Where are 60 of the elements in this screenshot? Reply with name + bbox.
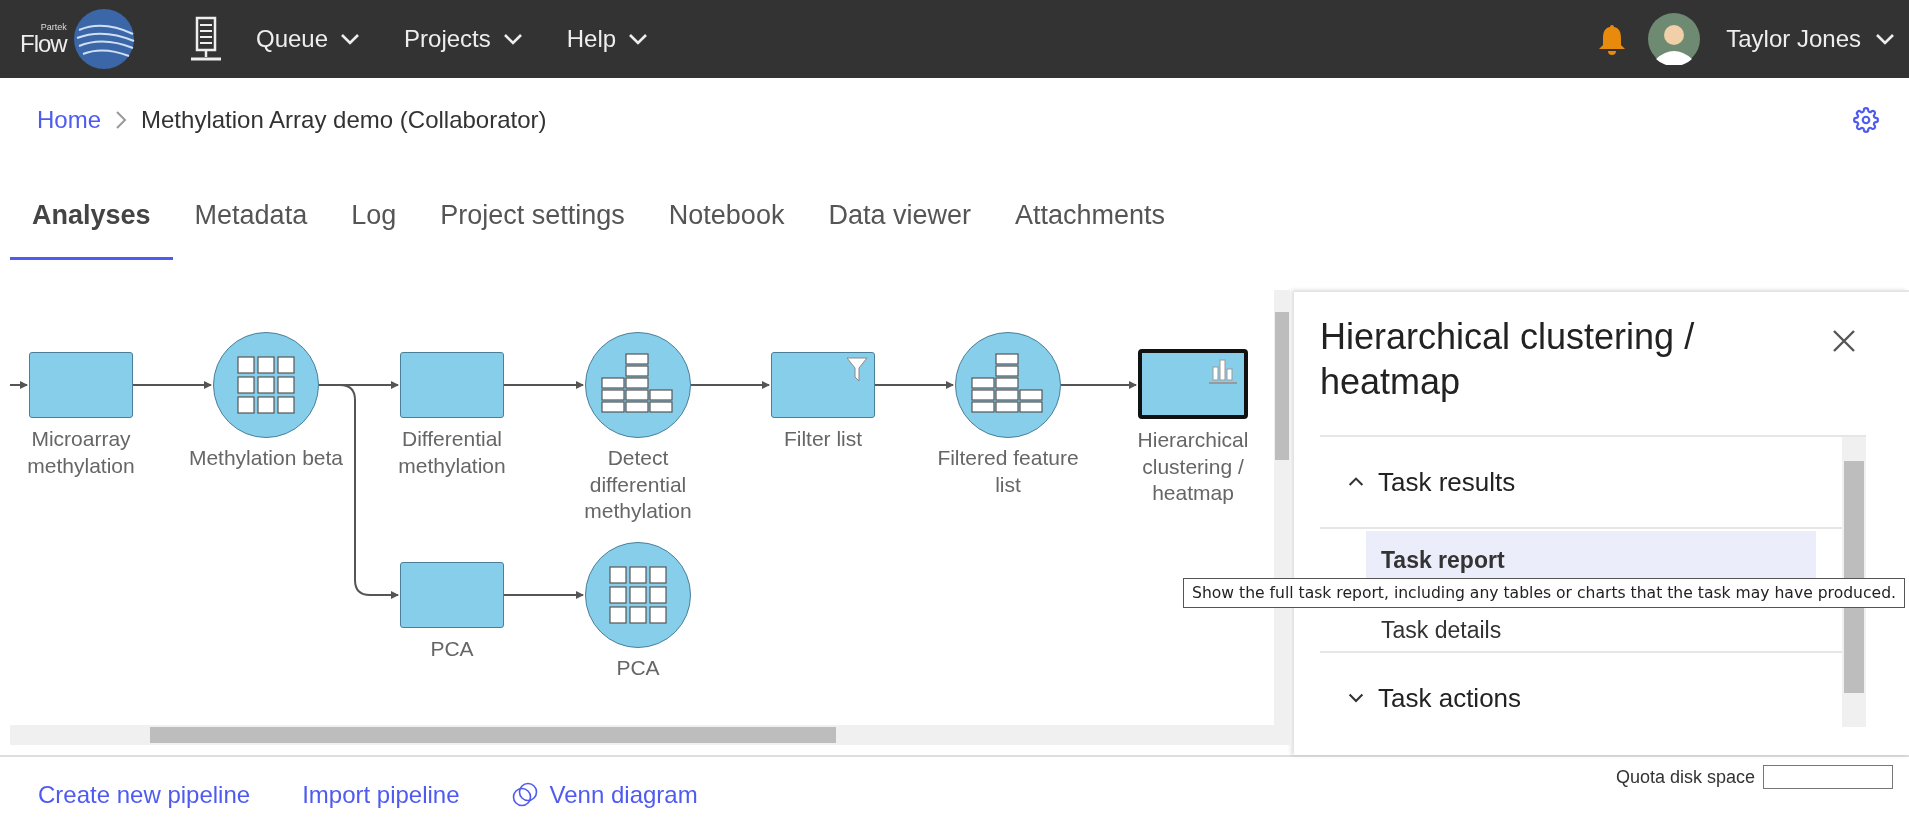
chevron-up-icon xyxy=(1348,477,1364,487)
quota-label: Quota disk space xyxy=(1615,766,1755,788)
footer-link[interactable]: Venn diagram xyxy=(511,781,698,809)
chevron-down-icon xyxy=(502,33,523,45)
tab[interactable]: Log xyxy=(329,196,419,260)
accordion-header[interactable]: Task actions xyxy=(1320,653,1842,743)
chevron-down-icon xyxy=(1875,33,1895,45)
node-label: Differential methylation xyxy=(397,426,507,479)
venn-diagram-icon xyxy=(511,782,538,808)
task-node[interactable] xyxy=(400,352,504,418)
breadcrumb-link[interactable]: Home xyxy=(37,106,102,134)
tab[interactable]: Notebook xyxy=(646,196,807,260)
nav-menu[interactable]: Queue xyxy=(256,25,361,53)
chevron-down-icon xyxy=(340,33,361,45)
node-label: Detect differential methylation xyxy=(583,445,693,525)
tab[interactable]: Attachments xyxy=(992,196,1188,260)
chevron-right-icon xyxy=(115,110,128,130)
task-node[interactable] xyxy=(1138,349,1248,419)
task-node[interactable] xyxy=(400,562,504,628)
grid-icon xyxy=(236,355,296,415)
footer-link[interactable]: Create new pipeline xyxy=(38,781,251,809)
node-label: Hierarchical clustering / heatmap xyxy=(1136,427,1250,507)
node-label: Methylation beta xyxy=(187,445,345,471)
tab[interactable]: Data viewer xyxy=(806,196,993,260)
chevron-down-icon xyxy=(628,33,649,45)
logo-subtitle: Partek xyxy=(40,22,67,32)
grid-icon xyxy=(608,565,668,625)
scrollbar-thumb[interactable] xyxy=(150,727,836,743)
task-node[interactable] xyxy=(29,352,133,418)
node-label: Filtered feature list xyxy=(936,445,1080,498)
breadcrumb-current: Methylation Array demo (Collaborator) xyxy=(141,106,547,134)
node-label: Microarray methylation xyxy=(26,426,136,479)
filter-icon xyxy=(846,357,868,383)
panel-title: Hierarchical clustering / heatmap xyxy=(1320,315,1696,404)
tab[interactable]: Project settings xyxy=(418,196,647,260)
nav-menu[interactable]: Projects xyxy=(404,25,523,53)
bar-chart-icon xyxy=(1208,357,1238,385)
user-menu[interactable]: Taylor Jones xyxy=(1726,25,1909,53)
tab[interactable]: Analyses xyxy=(10,196,173,260)
connector-arrow xyxy=(10,381,28,389)
tab[interactable]: Metadata xyxy=(172,196,330,260)
scrollbar-thumb[interactable] xyxy=(1275,312,1289,460)
task-node[interactable] xyxy=(771,352,875,418)
node-label: PCA xyxy=(615,655,661,681)
bell-icon[interactable] xyxy=(1598,23,1627,55)
footer-link[interactable]: Import pipeline xyxy=(302,781,460,809)
node-label: PCA xyxy=(429,636,475,662)
menu-item[interactable]: Task report xyxy=(1366,531,1816,581)
logo-text: Flow xyxy=(20,31,67,56)
nav-menu[interactable]: Help xyxy=(566,25,649,53)
close-button[interactable] xyxy=(1831,328,1857,354)
chevron-down-icon xyxy=(1348,693,1364,703)
server-icon[interactable] xyxy=(190,16,222,62)
avatar-icon[interactable] xyxy=(1648,13,1701,65)
accordion-header[interactable]: Task results xyxy=(1320,437,1842,527)
wave-globe-logo-icon xyxy=(72,8,135,70)
horizontal-scrollbar[interactable] xyxy=(10,725,1290,745)
settings-icon[interactable] xyxy=(1853,107,1879,133)
node-label: Filter list xyxy=(782,426,864,452)
tooltip: Show the full task report, including any tables or charts that the task may have produced. xyxy=(1183,578,1905,608)
